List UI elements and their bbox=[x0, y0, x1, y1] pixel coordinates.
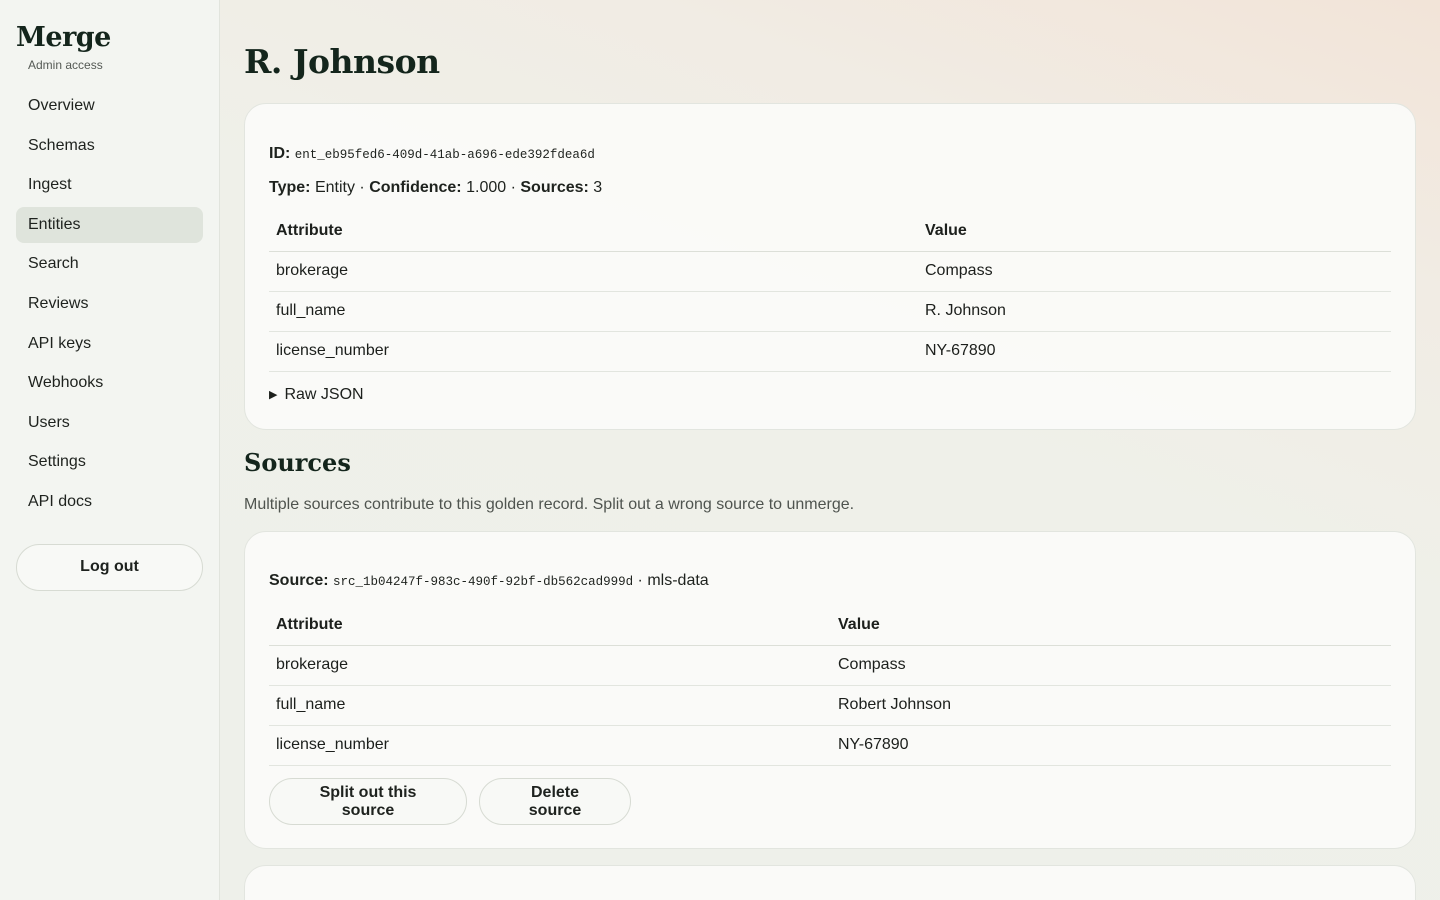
table-row: license_number NY-67890 bbox=[269, 331, 1391, 372]
sidebar-item-api-docs[interactable]: API docs bbox=[16, 484, 203, 520]
separator: · bbox=[359, 179, 365, 196]
delete-source-button[interactable]: Delete source bbox=[479, 778, 631, 825]
page-title: R. Johnson bbox=[244, 42, 440, 81]
attribute-name: license_number bbox=[269, 331, 918, 372]
sources-count-value: 3 bbox=[593, 179, 603, 196]
sidebar-item-users[interactable]: Users bbox=[16, 405, 203, 441]
entity-id-value: ent_eb95fed6-409d-41ab-a696-ede392fdea6d bbox=[294, 148, 595, 162]
sidebar: Merge Admin access Overview Schemas Inge… bbox=[0, 0, 220, 900]
entity-summary-line: Type: Entity · Confidence: 1.000 · Sourc… bbox=[269, 179, 602, 197]
attribute-column-header: Attribute bbox=[269, 605, 831, 646]
id-label: ID: bbox=[269, 145, 291, 162]
confidence-value: 1.000 bbox=[466, 179, 507, 196]
attribute-name: license_number bbox=[269, 725, 831, 766]
sidebar-item-entities[interactable]: Entities bbox=[16, 206, 203, 243]
source-id-line: Source: src_1b04247f-983c-490f-92bf-db56… bbox=[269, 572, 709, 590]
entity-id-line: ID: ent_eb95fed6-409d-41ab-a696-ede392fd… bbox=[269, 145, 595, 163]
attribute-name: full_name bbox=[269, 685, 831, 726]
attribute-value: Compass bbox=[831, 645, 1391, 686]
logout-button[interactable]: Log out bbox=[16, 543, 203, 591]
brand-subtitle: Admin access bbox=[28, 58, 103, 72]
type-label: Type: bbox=[269, 179, 311, 196]
source-label: Source: bbox=[269, 572, 329, 589]
source-card bbox=[244, 865, 1416, 900]
attribute-name: brokerage bbox=[269, 251, 918, 292]
sidebar-item-webhooks[interactable]: Webhooks bbox=[16, 365, 203, 401]
table-row: full_name R. Johnson bbox=[269, 291, 1391, 332]
attribute-column-header: Attribute bbox=[269, 211, 918, 252]
sidebar-item-reviews[interactable]: Reviews bbox=[16, 286, 203, 322]
attribute-value: NY-67890 bbox=[918, 331, 1391, 372]
sidebar-item-overview[interactable]: Overview bbox=[16, 88, 203, 124]
table-row: full_name Robert Johnson bbox=[269, 685, 1391, 726]
main-content: R. Johnson ID: ent_eb95fed6-409d-41ab-a6… bbox=[220, 0, 1440, 900]
attribute-name: brokerage bbox=[269, 645, 831, 686]
sidebar-item-api-keys[interactable]: API keys bbox=[16, 326, 203, 362]
raw-json-label: Raw JSON bbox=[284, 386, 364, 403]
entity-card: ID: ent_eb95fed6-409d-41ab-a696-ede392fd… bbox=[244, 103, 1416, 430]
separator: · bbox=[510, 179, 516, 196]
table-row: brokerage Compass bbox=[269, 645, 1391, 686]
attribute-value: Robert Johnson bbox=[831, 685, 1391, 726]
sources-section-title: Sources bbox=[244, 448, 351, 477]
source-attributes-table: Attribute Value brokerage Compass full_n… bbox=[269, 605, 1391, 766]
source-id-value: src_1b04247f-983c-490f-92bf-db562cad999d bbox=[333, 575, 634, 589]
split-source-button[interactable]: Split out this source bbox=[269, 778, 467, 825]
sidebar-item-ingest[interactable]: Ingest bbox=[16, 167, 203, 203]
attribute-value: NY-67890 bbox=[831, 725, 1391, 766]
disclosure-triangle-icon: ▶ bbox=[269, 389, 278, 401]
table-header-row: Attribute Value bbox=[269, 605, 1391, 646]
raw-json-toggle[interactable]: ▶ Raw JSON bbox=[269, 386, 364, 404]
source-card: Source: src_1b04247f-983c-490f-92bf-db56… bbox=[244, 531, 1416, 849]
attribute-value: Compass bbox=[918, 251, 1391, 292]
sidebar-item-settings[interactable]: Settings bbox=[16, 444, 203, 480]
entity-attributes-table: Attribute Value brokerage Compass full_n… bbox=[269, 211, 1391, 372]
brand-logo: Merge bbox=[16, 22, 111, 53]
sidebar-nav: Overview Schemas Ingest Entities Search … bbox=[16, 88, 203, 520]
separator: · bbox=[637, 572, 643, 589]
value-column-header: Value bbox=[918, 211, 1391, 252]
sidebar-item-schemas[interactable]: Schemas bbox=[16, 128, 203, 164]
attribute-name: full_name bbox=[269, 291, 918, 332]
type-value: Entity bbox=[314, 179, 355, 196]
sidebar-item-search[interactable]: Search bbox=[16, 246, 203, 282]
table-row: brokerage Compass bbox=[269, 251, 1391, 292]
table-row: license_number NY-67890 bbox=[269, 725, 1391, 766]
sources-section-description: Multiple sources contribute to this gold… bbox=[244, 496, 855, 513]
source-system: mls-data bbox=[647, 572, 709, 589]
confidence-label: Confidence: bbox=[369, 179, 462, 196]
sources-count-label: Sources: bbox=[520, 179, 589, 196]
attribute-value: R. Johnson bbox=[918, 291, 1391, 332]
value-column-header: Value bbox=[831, 605, 1391, 646]
table-header-row: Attribute Value bbox=[269, 211, 1391, 252]
